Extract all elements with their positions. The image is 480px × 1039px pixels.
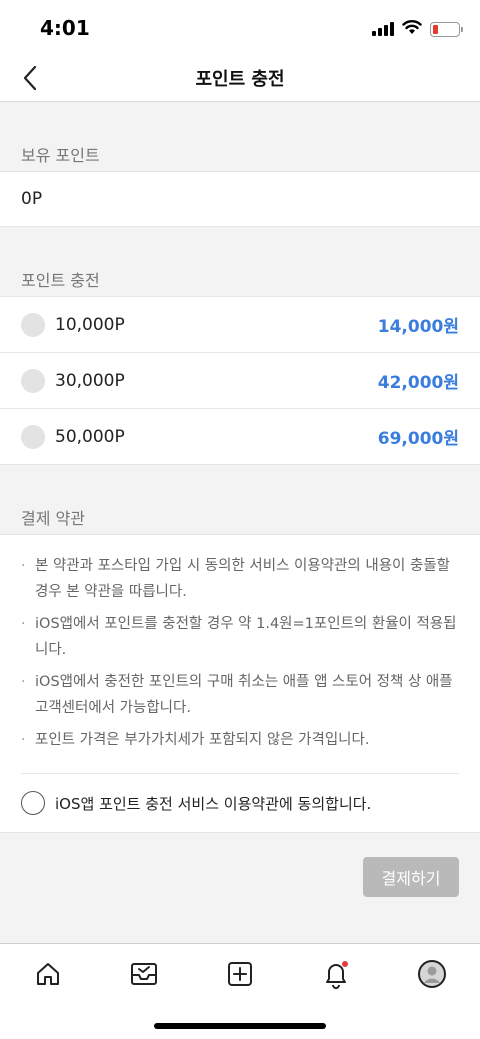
charge-option-price: 14,000원 — [377, 317, 459, 337]
terms-item: 본 약관과 포스타입 가입 시 동의한 서비스 이용약관의 내용이 충돌할 경우… — [21, 553, 459, 605]
terms-item: iOS앱에서 충전한 포인트의 구매 취소는 애플 앱 스토어 정책 상 애플 … — [21, 669, 459, 721]
notification-badge — [342, 961, 348, 967]
home-indicator — [154, 1023, 326, 1029]
bell-icon — [326, 961, 348, 989]
terms-panel: 본 약관과 포스타입 가입 시 동의한 서비스 이용약관의 내용이 충돌할 경우… — [0, 535, 480, 833]
home-icon — [37, 963, 59, 985]
pay-button[interactable]: 결제하기 — [363, 857, 459, 897]
status-bar: 4:01 — [0, 0, 480, 56]
page-title: 포인트 충전 — [195, 69, 285, 90]
charge-option-points: 10,000P — [55, 314, 125, 335]
charge-section-label: 포인트 충전 — [0, 227, 480, 297]
charge-option-price: 69,000원 — [377, 429, 459, 449]
main-content: 보유 포인트 0P 포인트 충전 10,000P 14,000원 30,000P… — [0, 102, 480, 963]
charge-option[interactable]: 10,000P 14,000원 — [0, 297, 480, 353]
battery-icon — [430, 21, 463, 37]
radio-button[interactable] — [21, 368, 45, 393]
balance-section-label: 보유 포인트 — [0, 102, 480, 172]
charge-option-price: 42,000원 — [377, 373, 459, 393]
charge-option[interactable]: 30,000P 42,000원 — [0, 353, 480, 409]
navigation-bar: 포인트 충전 — [0, 56, 480, 102]
radio-button[interactable] — [21, 424, 45, 449]
terms-item: iOS앱에서 포인트를 충전할 경우 약 1.4원=1포인트의 환율이 적용됩니… — [21, 611, 459, 663]
tab-create[interactable] — [220, 956, 260, 992]
tab-notifications[interactable] — [316, 956, 356, 992]
status-icons — [372, 19, 463, 39]
tab-home[interactable] — [28, 956, 68, 992]
radio-button[interactable] — [21, 312, 45, 337]
balance-value: 0P — [0, 172, 480, 227]
status-time: 4:01 — [40, 16, 90, 40]
charge-option[interactable]: 50,000P 69,000원 — [0, 409, 480, 465]
agree-radio-button[interactable] — [21, 791, 45, 815]
terms-section-label: 결제 약관 — [0, 465, 480, 535]
charge-options-list: 10,000P 14,000원 30,000P 42,000원 50,000P … — [0, 297, 480, 465]
charge-option-points: 30,000P — [55, 370, 125, 391]
charge-option-points: 50,000P — [55, 426, 125, 447]
tab-inbox[interactable] — [124, 956, 164, 992]
wifi-icon — [402, 19, 422, 39]
terms-item: 포인트 가격은 부가가치세가 포함되지 않은 가격입니다. — [21, 727, 459, 753]
inbox-icon — [131, 963, 157, 985]
tab-profile[interactable] — [412, 956, 452, 992]
terms-agree-label: iOS앱 포인트 충전 서비스 이용약관에 동의합니다. — [55, 794, 372, 813]
add-post-icon — [228, 962, 252, 986]
balance-panel: 0P — [0, 172, 480, 227]
terms-agree-checkbox[interactable]: iOS앱 포인트 충전 서비스 이용약관에 동의합니다. — [21, 774, 459, 832]
profile-avatar-icon — [418, 960, 446, 988]
terms-list: 본 약관과 포스타입 가입 시 동의한 서비스 이용약관의 내용이 충돌할 경우… — [21, 553, 459, 753]
cellular-signal-icon — [372, 22, 394, 36]
